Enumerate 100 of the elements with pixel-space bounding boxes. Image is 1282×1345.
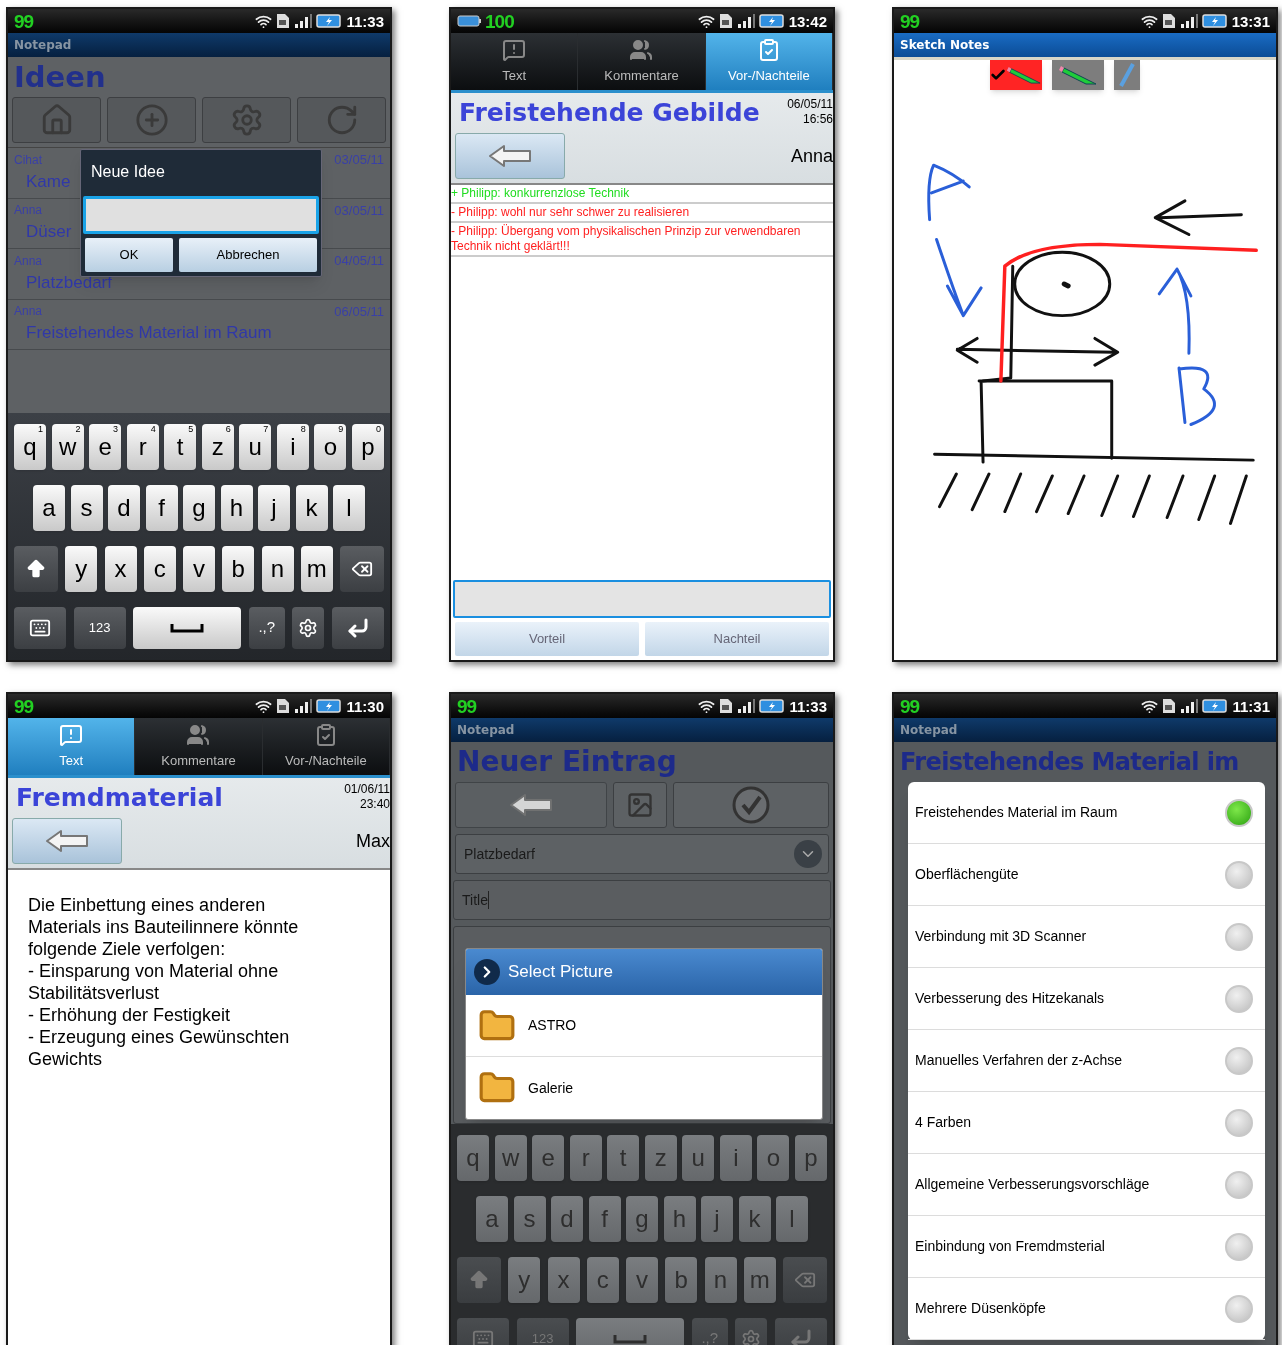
enter-key[interactable] (331, 606, 384, 649)
radio-button[interactable] (1225, 1108, 1253, 1137)
keyboard-key[interactable]: f (145, 485, 178, 532)
app-title: Notepad (457, 722, 515, 739)
keyboard-key[interactable]: q 1 (14, 424, 46, 471)
picture-button[interactable] (613, 782, 667, 828)
radio-button[interactable] (1225, 984, 1253, 1013)
keyboard-key[interactable]: j (258, 485, 290, 532)
backspace-key[interactable] (340, 545, 384, 592)
tab[interactable]: Kommentare (578, 33, 706, 90)
radio-button[interactable] (1225, 1294, 1253, 1323)
keyboard-key[interactable]: v (183, 545, 215, 592)
choice-option[interactable]: Verbindung mit 3D Scanner (908, 906, 1265, 968)
keyboard-key[interactable]: u 7 (239, 424, 272, 471)
drawing-tool[interactable] (990, 60, 1042, 90)
argument-input-field[interactable] (453, 580, 831, 618)
exclamation-bubble-icon (59, 722, 84, 747)
space-key[interactable] (133, 606, 242, 649)
tab[interactable]: Kommentare (135, 718, 263, 775)
keyboard-key[interactable]: r 4 (126, 424, 159, 471)
radio-button[interactable] (1225, 1170, 1253, 1199)
tab[interactable]: Text (8, 718, 136, 775)
key-hint: 9 (338, 425, 344, 435)
dialog-button[interactable]: OK (85, 238, 173, 272)
keyboard-key[interactable]: a (33, 485, 65, 532)
radio-button[interactable] (1225, 1232, 1253, 1261)
picture-frame-icon (626, 791, 654, 819)
people-icon (186, 722, 211, 747)
battery-percent: 99 (14, 696, 34, 716)
symbols-key[interactable]: 123 (73, 606, 126, 649)
pro-button[interactable]: Vorteil (455, 622, 639, 656)
radio-button[interactable] (1225, 860, 1253, 889)
choice-option[interactable]: Manuelles Verfahren der z-Achse (908, 1030, 1265, 1092)
keyboard-key[interactable]: l (333, 485, 365, 532)
keyboard-key[interactable]: n (261, 545, 294, 592)
detail-author: Anna (790, 144, 833, 168)
keyboard-key[interactable]: e 3 (89, 424, 122, 471)
battery-icon (758, 13, 785, 29)
toolbar-button[interactable] (107, 97, 196, 143)
signal-icon (294, 698, 313, 714)
tab[interactable]: Text (451, 33, 579, 90)
choice-option[interactable]: Verbesserung des Hitzekanals (908, 968, 1265, 1030)
radio-button[interactable] (1225, 798, 1253, 827)
con-button[interactable]: Nachteil (645, 622, 829, 656)
toolbar-button[interactable] (297, 97, 386, 143)
shift-key[interactable] (14, 545, 58, 592)
punctuation-key[interactable]: .,? (248, 606, 285, 649)
keyboard-key[interactable]: x (104, 545, 137, 592)
keyboard-key[interactable]: o 9 (314, 424, 347, 471)
choice-option[interactable]: Allgemeine Verbesserungsvorschläge (908, 1154, 1265, 1216)
tab[interactable]: Vor-/Nachteile (705, 33, 833, 90)
keyboard-key[interactable]: z 6 (201, 424, 234, 471)
keyboard-key[interactable]: i 8 (276, 424, 309, 471)
keyboard-key[interactable]: m (300, 545, 333, 592)
keyboard-key[interactable]: y (65, 545, 98, 592)
choice-option[interactable]: Freistehendes Material im Raum (908, 782, 1265, 844)
idea-input-field[interactable] (83, 196, 319, 234)
page-heading: Ideen (13, 59, 107, 96)
keyboard-key[interactable]: c (143, 545, 176, 592)
entry-author: Cihat (14, 151, 42, 169)
clock-time: 11:30 (346, 698, 384, 714)
keyboard-settings-key[interactable] (14, 606, 66, 649)
gear-icon (298, 617, 319, 638)
picture-source-option[interactable]: Galerie (466, 1057, 822, 1119)
dialog-button[interactable]: Abbrechen (179, 238, 317, 272)
radio-button[interactable] (1225, 922, 1253, 951)
choice-option[interactable]: 4 Farben (908, 1092, 1265, 1154)
clock-time: 13:42 (788, 13, 827, 29)
clock-time: 11:31 (1232, 698, 1270, 714)
detail-date: 01/06/11 (344, 782, 390, 797)
radio-button[interactable] (1225, 1046, 1253, 1075)
key-hint: 8 (300, 425, 306, 435)
tab[interactable]: Vor-/Nachteile (262, 718, 390, 775)
settings-key[interactable] (292, 606, 325, 649)
pencil-icon (1006, 64, 1042, 86)
keyboard-key[interactable]: p 0 (351, 424, 384, 471)
keyboard-key[interactable]: s (70, 485, 103, 532)
choice-option[interactable]: Oberflächengüte (908, 844, 1265, 906)
entry-date: 04/05/11 (334, 252, 384, 270)
detail-author: Max (356, 829, 390, 853)
keyboard-key[interactable]: w 2 (51, 424, 84, 471)
back-button[interactable] (12, 818, 122, 864)
keyboard-key[interactable]: t 5 (164, 424, 197, 471)
keyboard-key[interactable]: h (220, 485, 253, 532)
toolbar-button[interactable] (202, 97, 291, 143)
key-hint: 3 (113, 425, 119, 435)
battery-widget-icon (457, 14, 481, 28)
choice-option[interactable]: Mehrere Düsenköpfe (908, 1278, 1265, 1340)
picture-source-option[interactable]: ASTRO (466, 995, 822, 1057)
choice-option[interactable]: Einbindung von Fremdmsterial (908, 1216, 1265, 1278)
back-button[interactable] (455, 782, 607, 828)
body-text: - Erhöhung der Festigkeit (28, 1004, 232, 1026)
keyboard-key[interactable]: g (183, 485, 215, 532)
keyboard-key[interactable]: b (222, 545, 255, 592)
keyboard-key[interactable]: k (295, 485, 328, 532)
keyboard-key[interactable]: d (108, 485, 140, 532)
confirm-button[interactable] (673, 782, 829, 828)
body-text: - Einsparung von Material ohne Stabilitätsverlust (28, 960, 280, 1004)
toolbar-button[interactable] (12, 97, 101, 143)
back-button[interactable] (455, 133, 565, 179)
